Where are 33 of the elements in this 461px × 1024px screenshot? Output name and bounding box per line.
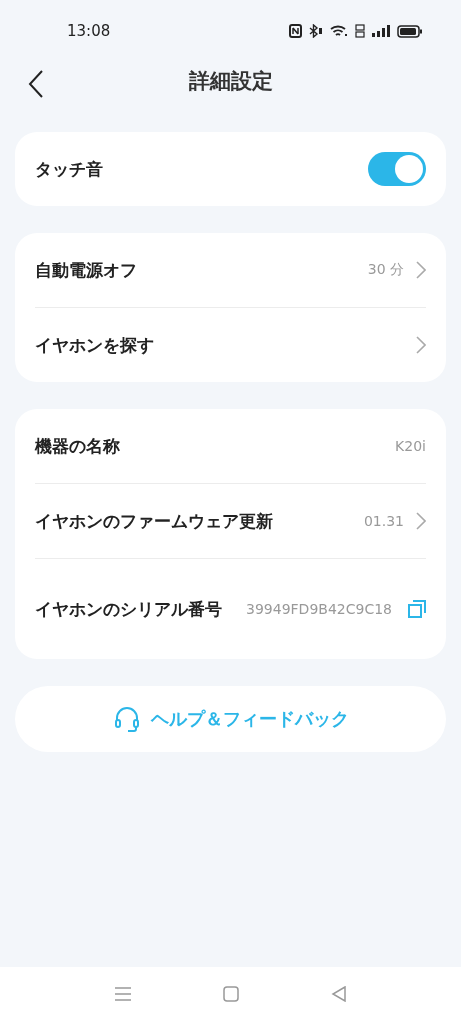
setting-label: イヤホンのファームウェア更新 <box>35 509 274 533</box>
setting-label: 機器の名称 <box>35 434 121 458</box>
chevron-icon <box>416 261 426 279</box>
menu-button[interactable] <box>114 987 131 1004</box>
setting-label: イヤホンのシリアル番号 <box>35 597 223 621</box>
back-nav-button[interactable] <box>330 986 347 1005</box>
page-title: 詳細設定 <box>188 68 273 95</box>
setting-label: 自動電源オフ <box>35 258 138 282</box>
copy-icon[interactable] <box>408 600 426 618</box>
setting-value: K20i <box>395 438 426 454</box>
setting-value: 39949FD9B42C9C18 <box>246 601 392 617</box>
back-icon <box>28 70 44 98</box>
setting-value: 01.31 <box>363 513 404 529</box>
setting-label: イヤホンを探す <box>35 333 155 357</box>
clock: 13:08 <box>67 22 112 40</box>
signal-icon <box>372 25 390 37</box>
home-button[interactable] <box>222 986 239 1005</box>
chevron-icon <box>416 336 426 354</box>
setting-label: タッチ音 <box>35 157 104 181</box>
home-icon <box>222 986 239 1002</box>
toggle-switch[interactable] <box>368 152 426 186</box>
setting-value: 30 分 <box>367 261 404 279</box>
settings-row[interactable]: イヤホンを探す <box>35 307 426 382</box>
settings-row[interactable]: 自動電源オフ 30 分 <box>35 233 426 307</box>
battery-icon <box>397 24 423 38</box>
bluetooth-icon <box>309 24 323 38</box>
menu-icon <box>114 987 131 1001</box>
wifi-icon <box>330 24 348 38</box>
headset-icon <box>112 705 141 733</box>
settings-row[interactable]: イヤホンのファームウェア更新 01.31 <box>35 483 426 558</box>
nfc-icon <box>289 24 302 38</box>
back-triangle-icon <box>330 986 347 1002</box>
chevron-icon <box>416 512 426 530</box>
